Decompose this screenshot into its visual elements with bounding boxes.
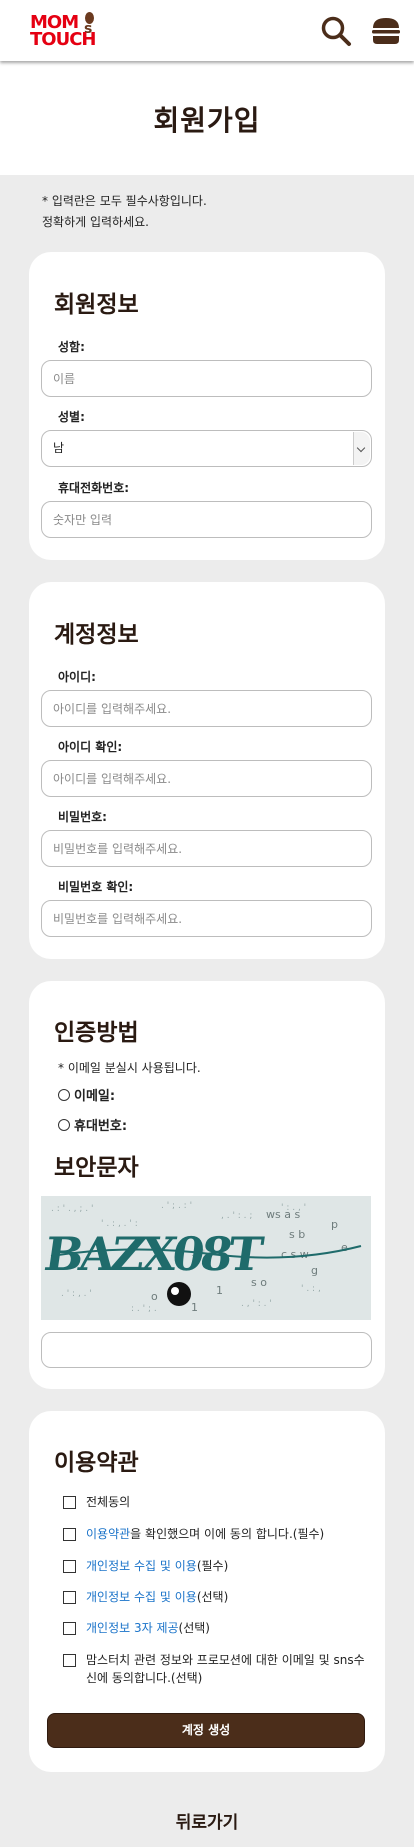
page-title: 회원가입 bbox=[153, 104, 261, 137]
terms-link-1[interactable]: 이용약관 bbox=[86, 1527, 130, 1541]
phone-input[interactable] bbox=[41, 501, 372, 538]
checkbox-terms-3[interactable] bbox=[63, 1591, 76, 1604]
create-account-button[interactable]: 계정 생성 bbox=[47, 1713, 365, 1748]
terms-item-1[interactable]: 이용약관을 확인했으며 이에 동의 합니다.(필수) bbox=[63, 1525, 363, 1543]
password-input[interactable] bbox=[41, 830, 372, 867]
svg-text:' . : ,: ' . : , bbox=[301, 1284, 321, 1294]
name-label: 성함: bbox=[58, 340, 85, 354]
captcha-input[interactable] bbox=[41, 1332, 372, 1368]
burger-menu-icon[interactable] bbox=[370, 15, 402, 47]
captcha-image: . : ' . , ; . ' ' . : , . ' : . ' ; . : '… bbox=[41, 1196, 371, 1320]
checkbox-terms-4[interactable] bbox=[63, 1622, 76, 1635]
id-input[interactable] bbox=[41, 690, 372, 727]
logo-line2: TOUCH bbox=[30, 29, 96, 50]
id-label: 아이디: bbox=[58, 670, 96, 684]
svg-text:, . ' : . ;: , . ' : . ; bbox=[221, 1211, 252, 1221]
terms-text-4: (선택) bbox=[178, 1621, 210, 1635]
svg-text:s b: s b bbox=[289, 1228, 305, 1241]
terms-card: 이용약관 전체동의 이용약관을 확인했으며 이에 동의 합니다.(필수) 개인정… bbox=[29, 1411, 385, 1772]
terms-link-2[interactable]: 개인정보 수집 및 이용 bbox=[86, 1559, 197, 1573]
terms-text-3: (선택) bbox=[196, 1590, 229, 1604]
terms-item-2[interactable]: 개인정보 수집 및 이용(필수) bbox=[63, 1557, 363, 1575]
id-confirm-input[interactable] bbox=[41, 760, 372, 797]
svg-text:. ' : , . ': . ' : , . ' bbox=[61, 1289, 92, 1299]
auth-option-phone-label: 휴대번호: bbox=[74, 1119, 128, 1134]
svg-text:c s w: c s w bbox=[281, 1248, 309, 1261]
password-confirm-input[interactable] bbox=[41, 900, 372, 937]
terms-link-4[interactable]: 개인정보 3자 제공 bbox=[86, 1621, 179, 1635]
title-band: 회원가입 bbox=[0, 61, 414, 175]
svg-text:. ' ; . : ': . ' ; . : ' bbox=[161, 1201, 192, 1211]
terms-item-5[interactable]: 맘스터치 관련 정보와 프로모션에 대한 이메일 및 sns수신에 동의합니다.… bbox=[59, 1651, 365, 1687]
checkbox-terms-5[interactable] bbox=[63, 1654, 76, 1667]
gender-selected-value: 남 bbox=[53, 441, 65, 455]
notice-line2: 정확하게 입력하세요. bbox=[42, 215, 149, 229]
gender-select[interactable]: 남 bbox=[41, 430, 372, 467]
back-link[interactable]: 뒤로가기 bbox=[0, 1808, 414, 1833]
auth-note: * 이메일 분실시 사용됩니다. bbox=[58, 1061, 201, 1075]
password-label: 비밀번호: bbox=[58, 810, 107, 824]
radio-email[interactable] bbox=[58, 1088, 70, 1101]
terms-item-3[interactable]: 개인정보 수집 및 이용(선택) bbox=[63, 1588, 363, 1606]
terms-text-2: (필수) bbox=[196, 1559, 229, 1573]
auth-title: 인증방법 bbox=[54, 1020, 139, 1046]
svg-text:ws a s: ws a s bbox=[266, 1208, 300, 1221]
terms-link-3[interactable]: 개인정보 수집 및 이용 bbox=[86, 1590, 197, 1604]
password-confirm-label: 비밀번호 확인: bbox=[58, 880, 134, 894]
terms-all-agree-label: 전체동의 bbox=[86, 1495, 131, 1509]
checkbox-terms-2[interactable] bbox=[63, 1560, 76, 1573]
svg-text:o: o bbox=[151, 1290, 158, 1303]
account-info-card: 계정정보 아이디: 아이디 확인: 비밀번호: 비밀번호 확인: bbox=[29, 582, 385, 959]
moms-touch-logo[interactable]: MOM s TOUCH bbox=[30, 12, 102, 52]
radio-phone[interactable] bbox=[58, 1118, 70, 1131]
name-input[interactable] bbox=[41, 360, 372, 397]
terms-title: 이용약관 bbox=[54, 1450, 139, 1476]
captcha-title: 보안문자 bbox=[54, 1155, 139, 1181]
chevron-down-icon bbox=[353, 432, 370, 465]
svg-text:1: 1 bbox=[191, 1301, 198, 1314]
captcha-text: BAZX08T bbox=[41, 1227, 266, 1281]
terms-text-5: 맘스터치 관련 정보와 프로모션에 대한 이메일 및 sns수신에 동의합니다.… bbox=[86, 1653, 365, 1685]
checkbox-all-agree[interactable] bbox=[63, 1496, 76, 1509]
svg-text:: . ' ; .: : . ' ; . bbox=[131, 1304, 157, 1314]
svg-text:. : ' . , ; . ': . : ' . , ; . ' bbox=[51, 1204, 93, 1214]
top-header: MOM s TOUCH bbox=[0, 0, 414, 61]
svg-text:p: p bbox=[331, 1218, 338, 1231]
svg-text:e: e bbox=[341, 1241, 348, 1254]
account-info-title: 계정정보 bbox=[54, 622, 139, 648]
member-info-card: 회원정보 성함: 성별: 남 휴대전화번호: bbox=[29, 252, 385, 560]
terms-text-1: 을 확인했으며 이에 동의 합니다.(필수) bbox=[130, 1527, 325, 1541]
member-info-title: 회원정보 bbox=[54, 292, 139, 318]
svg-text:. , ' : . ': . , ' : . ' bbox=[241, 1299, 272, 1309]
gender-label: 성별: bbox=[58, 410, 85, 424]
svg-text:g: g bbox=[311, 1264, 318, 1277]
auth-option-email[interactable]: 이메일: bbox=[58, 1085, 115, 1104]
checkbox-terms-1[interactable] bbox=[63, 1528, 76, 1541]
svg-text:1: 1 bbox=[216, 1284, 223, 1297]
auth-card: 인증방법 * 이메일 분실시 사용됩니다. 이메일: 휴대번호: 보안문자 . … bbox=[29, 981, 385, 1389]
required-notice: * 입력란은 모두 필수사항입니다. 정확하게 입력하세요. bbox=[42, 191, 207, 233]
notice-line1: * 입력란은 모두 필수사항입니다. bbox=[42, 194, 207, 208]
auth-option-email-label: 이메일: bbox=[74, 1089, 116, 1104]
search-icon[interactable] bbox=[320, 15, 352, 47]
auth-option-phone[interactable]: 휴대번호: bbox=[58, 1115, 127, 1134]
terms-item-4[interactable]: 개인정보 3자 제공(선택) bbox=[63, 1619, 363, 1637]
terms-all-agree[interactable]: 전체동의 bbox=[63, 1493, 363, 1511]
id-confirm-label: 아이디 확인: bbox=[58, 740, 123, 754]
phone-label: 휴대전화번호: bbox=[58, 481, 130, 495]
